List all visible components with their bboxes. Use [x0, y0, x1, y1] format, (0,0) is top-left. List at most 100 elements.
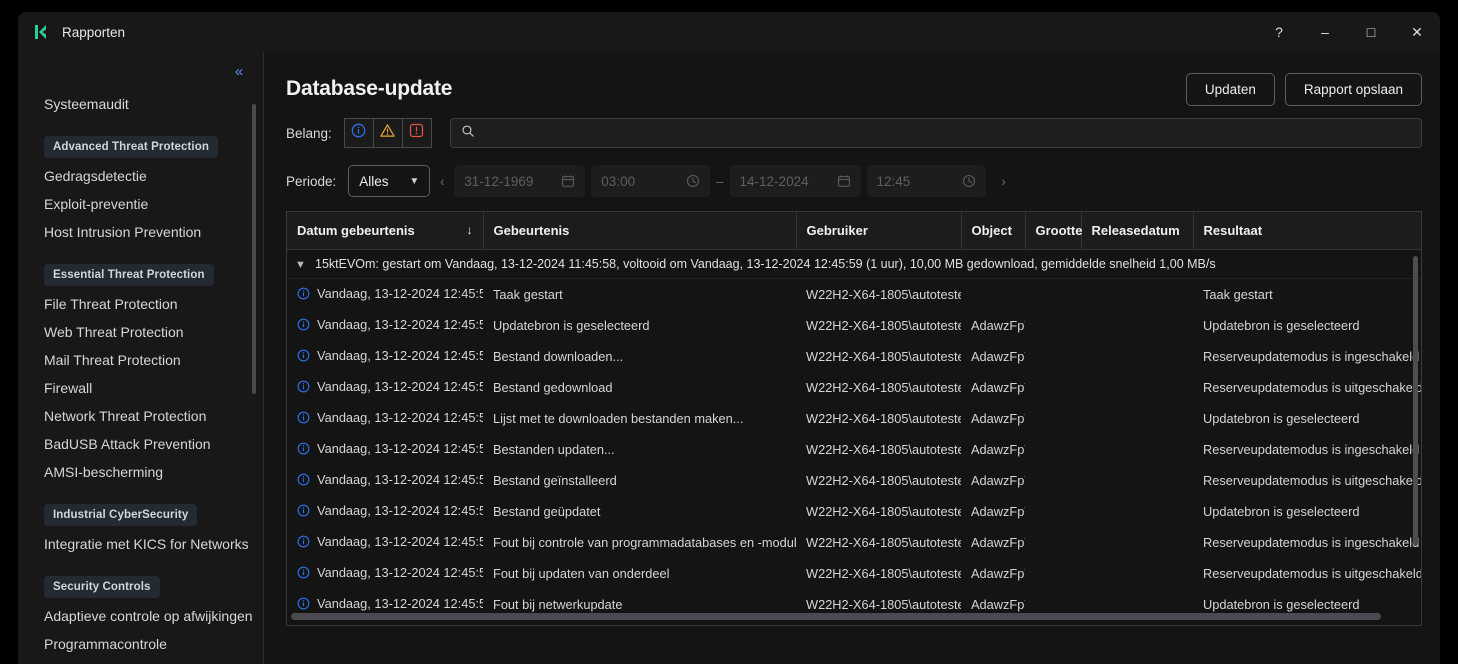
period-from-date-field[interactable]: 31-12-1969: [454, 165, 585, 197]
period-prev-button[interactable]: ‹: [430, 165, 454, 197]
period-select-value: Alles: [359, 174, 388, 189]
cell-date: Vandaag, 13-12-2024 12:45:58: [287, 558, 483, 589]
minimize-button[interactable]: –: [1302, 12, 1348, 52]
page-title: Database-update: [286, 77, 452, 101]
save-report-button[interactable]: Rapport opslaan: [1285, 73, 1422, 106]
column-header-label: Gebruiker: [807, 223, 868, 238]
sidebar-item-network-threat-protection[interactable]: Network Threat Protection: [18, 402, 264, 430]
column-header-label: Releasedatum: [1092, 223, 1180, 238]
period-to-time-value: 12:45: [877, 174, 911, 189]
sidebar-item-systeemaudit[interactable]: Systeemaudit: [18, 90, 264, 118]
events-table-container: Datum gebeurtenis↓Gebeurtenis Gebruiker Ob…: [286, 211, 1422, 626]
table-row[interactable]: Vandaag, 13-12-2024 12:45:58Taak gestart…: [287, 279, 1421, 311]
cell-release-date: [1081, 527, 1193, 558]
period-from-time-field[interactable]: 03:00: [591, 165, 710, 197]
column-header-releasedatum[interactable]: Releasedatum: [1081, 212, 1193, 250]
cell-date-value: Vandaag, 13-12-2024 12:45:58: [317, 410, 483, 425]
cell-release-date: [1081, 372, 1193, 403]
sidebar-item-file-threat-protection[interactable]: File Threat Protection: [18, 290, 264, 318]
table-horizontal-scrollbar[interactable]: [291, 613, 1388, 620]
sidebar-scrollbar-thumb[interactable]: [252, 104, 256, 394]
period-to-date-value: 14-12-2024: [740, 174, 809, 189]
period-next-button[interactable]: ›: [992, 165, 1016, 197]
table-row[interactable]: Vandaag, 13-12-2024 12:45:58Fout bij upd…: [287, 558, 1421, 589]
column-header-gebeurtenis[interactable]: Gebeurtenis: [483, 212, 796, 250]
sidebar-collapse-icon[interactable]: «: [228, 60, 250, 82]
period-separator: –: [716, 174, 723, 189]
table-row[interactable]: Vandaag, 13-12-2024 12:45:58Bestand down…: [287, 341, 1421, 372]
cell-release-date: [1081, 310, 1193, 341]
table-row[interactable]: Vandaag, 13-12-2024 12:45:58Bestand geüp…: [287, 496, 1421, 527]
chevron-down-icon: ▼: [409, 176, 419, 187]
sidebar-group-title: Advanced Threat Protection: [44, 136, 218, 158]
sidebar-item-firewall[interactable]: Firewall: [18, 374, 264, 402]
cell-object: AdawzFpT: [961, 372, 1025, 403]
sidebar-item-amsi-bescherming[interactable]: AMSI-bescherming: [18, 458, 264, 486]
table-vertical-scrollbar-thumb[interactable]: [1413, 256, 1418, 546]
maximize-button[interactable]: □: [1348, 12, 1394, 52]
column-header-resultaat[interactable]: Resultaat: [1193, 212, 1421, 250]
kaspersky-k-logo-icon: [32, 22, 52, 42]
table-group-row[interactable]: ▼15ktEVOm: gestart om Vandaag, 13-12-202…: [287, 250, 1421, 279]
cell-date-value: Vandaag, 13-12-2024 12:45:58: [317, 565, 483, 580]
close-button[interactable]: ✕: [1394, 12, 1440, 52]
calendar-icon: [837, 174, 851, 188]
sidebar-scrollbar[interactable]: [252, 104, 256, 634]
cell-size: [1025, 341, 1081, 372]
table-horizontal-scrollbar-thumb[interactable]: [291, 613, 1381, 620]
column-header-grootte[interactable]: Grootte: [1025, 212, 1081, 250]
sidebar-groups: Advanced Threat Protection Gedragsdetecti…: [18, 118, 264, 658]
info-circle-icon: [297, 504, 310, 520]
severity-button-group: [344, 118, 432, 148]
period-filter-row: Periode: Alles ▼ ‹ 31-12-1969: [286, 165, 1422, 197]
period-to-time-field[interactable]: 12:45: [867, 165, 986, 197]
cell-date: Vandaag, 13-12-2024 12:45:58: [287, 279, 483, 311]
column-header-label: Object: [972, 223, 1012, 238]
help-button[interactable]: ?: [1256, 12, 1302, 52]
sidebar-item-gedragsdetectie[interactable]: Gedragsdetectie: [18, 162, 264, 190]
sidebar-item-web-threat-protection[interactable]: Web Threat Protection: [18, 318, 264, 346]
app-title: Rapporten: [62, 25, 125, 40]
table-row[interactable]: Vandaag, 13-12-2024 12:45:58Bestanden up…: [287, 434, 1421, 465]
cell-date-value: Vandaag, 13-12-2024 12:45:58: [317, 441, 483, 456]
period-to-date-field[interactable]: 14-12-2024: [730, 165, 861, 197]
table-row[interactable]: Vandaag, 13-12-2024 12:45:58Lijst met te…: [287, 403, 1421, 434]
table-row[interactable]: Vandaag, 13-12-2024 12:45:58Updatebron i…: [287, 310, 1421, 341]
period-select[interactable]: Alles ▼: [348, 165, 430, 197]
cell-date-value: Vandaag, 13-12-2024 12:45:58: [317, 503, 483, 518]
severity-warning-button[interactable]: [373, 118, 403, 148]
severity-critical-button[interactable]: [402, 118, 432, 148]
cell-object: AdawzFpT: [961, 527, 1025, 558]
sidebar-group-title: Industrial CyberSecurity: [44, 504, 197, 526]
severity-info-button[interactable]: [344, 118, 374, 148]
sidebar-item-programmacontrole[interactable]: Programmacontrole: [18, 630, 264, 658]
column-header-datum-gebeurtenis[interactable]: Datum gebeurtenis↓: [287, 212, 483, 250]
update-button[interactable]: Updaten: [1186, 73, 1275, 106]
sidebar-item-badusb-attack-prevention[interactable]: BadUSB Attack Prevention: [18, 430, 264, 458]
sidebar-item-integratie-met-kics-for-networks[interactable]: Integratie met KICS for Networks: [18, 530, 264, 558]
sidebar-group-title: Security Controls: [44, 576, 160, 598]
table-row[interactable]: Vandaag, 13-12-2024 12:45:58Bestand gedo…: [287, 372, 1421, 403]
sidebar-item-host-intrusion-prevention[interactable]: Host Intrusion Prevention: [18, 218, 264, 246]
cell-size: [1025, 558, 1081, 589]
chevron-down-icon[interactable]: ▼: [295, 259, 315, 271]
column-header-object[interactable]: Object: [961, 212, 1025, 250]
table-row[interactable]: Vandaag, 13-12-2024 12:45:58Fout bij con…: [287, 527, 1421, 558]
sidebar-item-adaptieve-controle-op-afwijkingen[interactable]: Adaptieve controle op afwijkingen: [18, 602, 264, 630]
table-row[interactable]: Vandaag, 13-12-2024 12:45:58Bestand geïn…: [287, 465, 1421, 496]
search-icon: [461, 124, 475, 143]
search-box[interactable]: [450, 118, 1422, 148]
main-header: Database-update Updaten Rapport opslaan: [286, 52, 1422, 112]
info-circle-icon: [297, 287, 310, 303]
search-input[interactable]: [483, 126, 1411, 141]
table-vertical-scrollbar[interactable]: [1413, 256, 1418, 604]
cell-date-value: Vandaag, 13-12-2024 12:45:58: [317, 534, 483, 549]
cell-user: W22H2-X64-1805\autotester: [796, 372, 961, 403]
sidebar-item-mail-threat-protection[interactable]: Mail Threat Protection: [18, 346, 264, 374]
info-circle-icon: [297, 442, 310, 458]
cell-size: [1025, 310, 1081, 341]
cell-event: Updatebron is geselecteerd: [483, 310, 796, 341]
sidebar-item-exploit-preventie[interactable]: Exploit-preventie: [18, 190, 264, 218]
cell-user: W22H2-X64-1805\autotester: [796, 465, 961, 496]
column-header-gebruiker[interactable]: Gebruiker: [796, 212, 961, 250]
